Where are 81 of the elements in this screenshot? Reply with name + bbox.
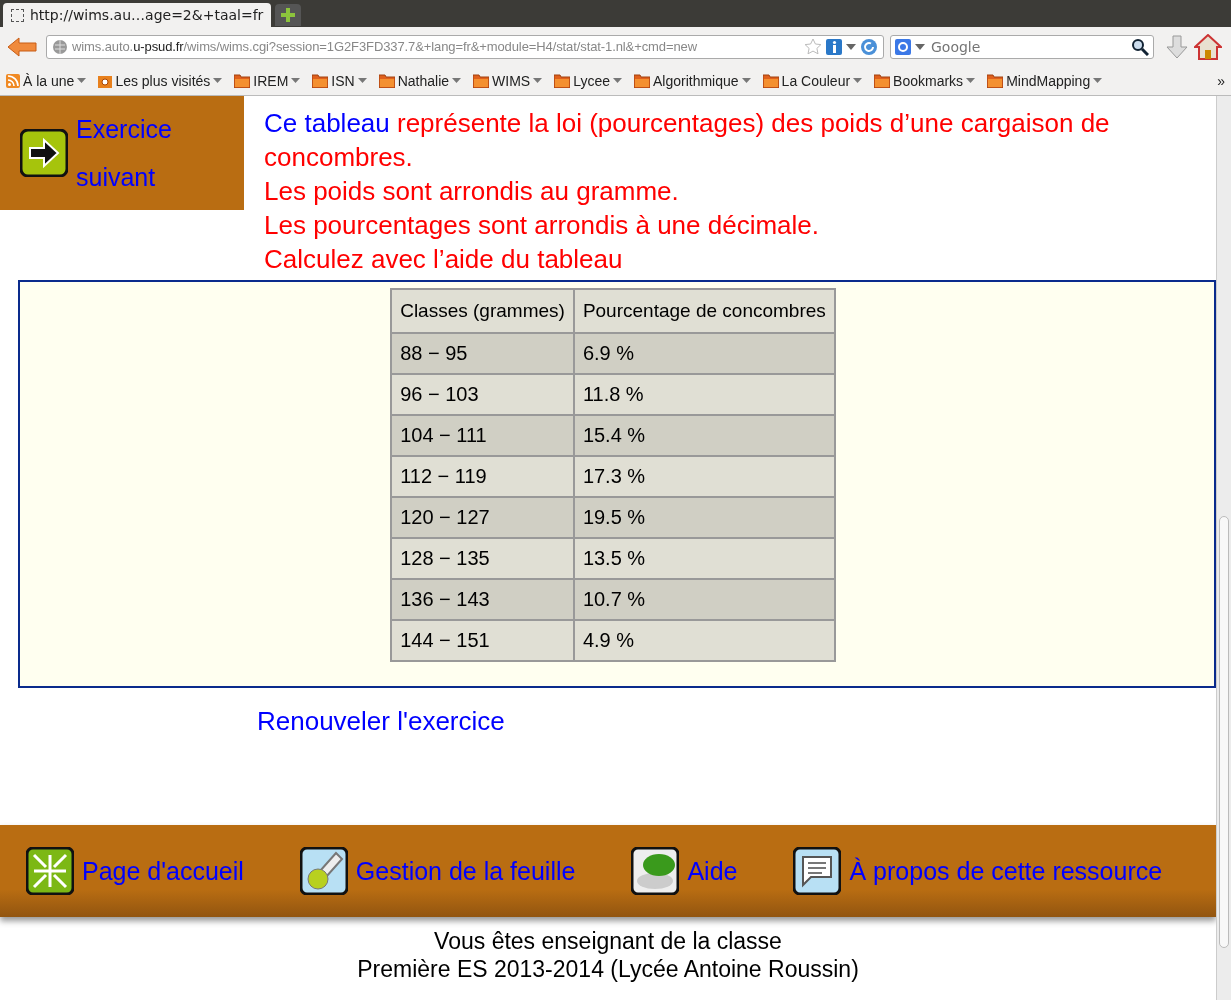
table-cell: 112 − 119: [391, 456, 574, 497]
table-cell: 15.4 %: [573, 415, 835, 456]
bookmark-item[interactable]: Algorithmique: [634, 72, 751, 89]
bookmark-item[interactable]: MindMapping: [987, 72, 1103, 89]
table-cell: 120 − 127: [391, 497, 574, 538]
info-icon[interactable]: [826, 38, 842, 55]
table-link[interactable]: Ce tableau: [264, 108, 390, 138]
dropdown-caret-icon: [357, 78, 367, 83]
globe-icon: [52, 38, 68, 55]
dropdown-caret-icon: [452, 78, 462, 83]
column-header: Classes (grammes): [391, 289, 574, 333]
table-cell: 144 − 151: [391, 620, 574, 661]
bookmark-item[interactable]: WIMS: [473, 72, 543, 89]
table-cell: 96 − 103: [391, 374, 574, 415]
instruction-text: Les pourcentages sont arrondis à une décimale.: [264, 209, 820, 242]
dropdown-caret-icon: [213, 78, 223, 83]
rss-feed-icon: [6, 73, 20, 88]
folder-icon: [554, 73, 571, 88]
bookmark-item[interactable]: Les plus visités: [98, 72, 223, 89]
status-text: Vous êtes enseignant de la classe: [433, 927, 783, 955]
search-field[interactable]: Google: [890, 34, 1154, 59]
search-engine-icon[interactable]: [895, 38, 911, 55]
folder-icon: [874, 73, 891, 88]
table-cell: 104 − 111: [391, 415, 574, 456]
table-cell: 10.7 %: [573, 579, 835, 620]
dropdown-caret-icon[interactable]: [915, 43, 925, 50]
dropdown-caret-icon: [741, 78, 751, 83]
renew-exercise-link[interactable]: Renouveler l'exercice: [257, 706, 505, 737]
right-arrow-icon[interactable]: [20, 129, 68, 177]
table-cell: 4.9 %: [573, 620, 835, 661]
reload-icon[interactable]: [860, 37, 878, 56]
blank-page-icon: [11, 8, 24, 22]
folder-icon: [312, 73, 329, 88]
status-text: Première ES 2013-2014 (Lycée Antoine Roussin): [356, 955, 860, 983]
round-button-icon[interactable]: [631, 847, 680, 895]
table-cell: 11.8 %: [573, 374, 835, 415]
star-icon[interactable]: [804, 37, 822, 56]
bookmark-item[interactable]: Bookmarks: [874, 72, 976, 89]
folder-icon: [762, 73, 779, 88]
instruction-text: Ce tableau représente la loi (pourcentages) des poids d’une cargaison de concombres.: [264, 107, 1111, 174]
scrollbar[interactable]: [1216, 96, 1231, 1000]
bookmark-item[interactable]: À la une: [6, 72, 87, 89]
scrollbar-thumb[interactable]: [1219, 516, 1229, 948]
dropdown-caret-icon: [533, 78, 543, 83]
table-cell: 136 − 143: [391, 579, 574, 620]
folder-icon: [473, 73, 490, 88]
address-bar[interactable]: wims.auto.u-psud.fr/wims/wims.cgi?session=1G2F3FD337.7&+lang=fr&+module=H4/stat/stat-1.nl&+cmd=new: [46, 34, 884, 59]
table-cell: 17.3 %: [573, 456, 835, 497]
folder-icon: [234, 73, 251, 88]
search-icon[interactable]: [1131, 37, 1149, 56]
speech-bubble-icon[interactable]: [793, 847, 842, 895]
dropdown-caret-icon: [77, 78, 87, 83]
dropdown-caret-icon[interactable]: [846, 43, 856, 50]
table-cell: 6.9 %: [573, 333, 835, 374]
browser-tab[interactable]: http://wims.au…age=2&+taal=fr: [3, 3, 272, 27]
dropdown-caret-icon: [966, 78, 976, 83]
dropdown-caret-icon: [291, 78, 301, 83]
bookmark-item[interactable]: IREM: [234, 72, 301, 89]
dropdown-caret-icon: [1093, 78, 1103, 83]
new-tab-button[interactable]: [275, 4, 302, 26]
folder-icon: [634, 73, 650, 88]
dropdown-caret-icon: [853, 78, 863, 83]
inward-arrows-icon[interactable]: [26, 847, 74, 895]
home-icon[interactable]: [1194, 33, 1222, 60]
dropdown-caret-icon: [613, 78, 622, 83]
bookmark-item[interactable]: Nathalie: [378, 72, 462, 89]
folder-icon: [987, 73, 1004, 88]
instruction-text: Les poids sont arrondis au gramme.: [264, 175, 680, 208]
bookmark-item[interactable]: La Couleur: [762, 72, 863, 89]
instruction-text: Calculez avec l’aide du tableau: [264, 243, 624, 276]
bookmark-item[interactable]: Lycee: [554, 72, 622, 89]
folder-icon: [378, 73, 395, 88]
table-cell: 88 − 95: [391, 333, 574, 374]
bookmark-item[interactable]: ISN: [312, 72, 367, 89]
bookmarks-overflow-button[interactable]: »: [1217, 72, 1225, 89]
plus-icon: [281, 8, 296, 22]
table-cell: 13.5 %: [573, 538, 835, 579]
table-cell: 19.5 %: [573, 497, 835, 538]
table-cell: 128 − 135: [391, 538, 574, 579]
back-arrow-icon[interactable]: [6, 35, 40, 58]
column-header: Pourcentage de concombres: [573, 289, 835, 333]
